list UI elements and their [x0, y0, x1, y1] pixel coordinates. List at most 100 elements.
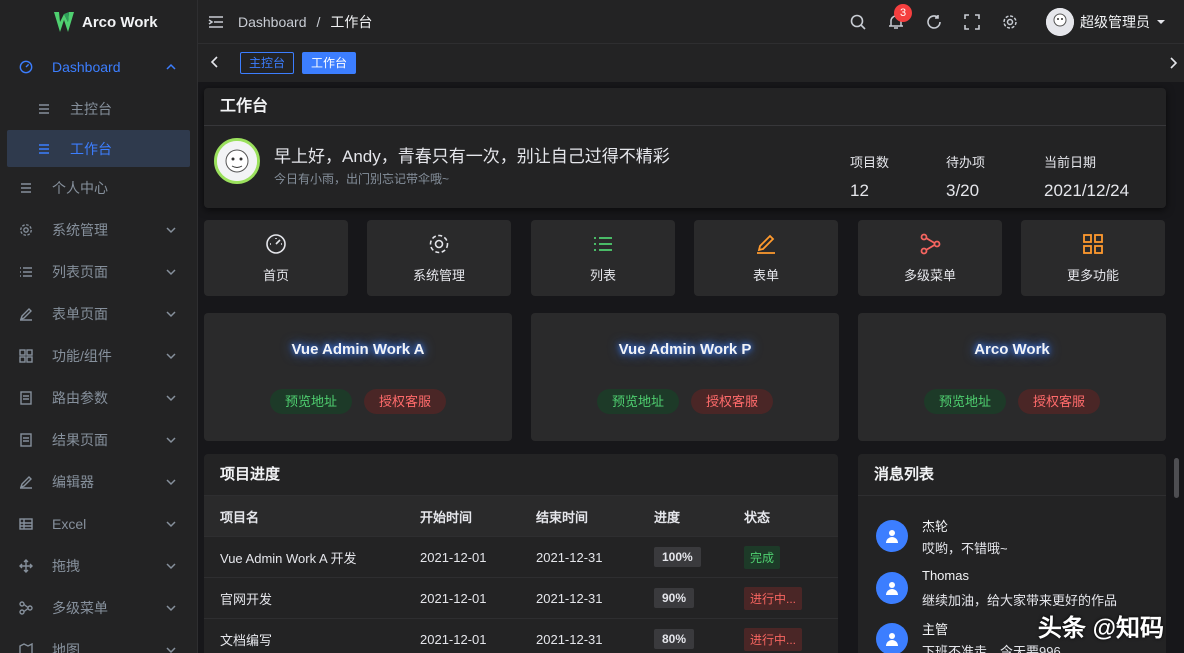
notification-badge: 3: [894, 4, 912, 22]
quick-form[interactable]: 表单: [694, 220, 838, 296]
tab-console[interactable]: 主控台: [240, 52, 295, 74]
user-icon: [876, 623, 908, 653]
chevron-up-icon: [165, 60, 177, 72]
message-sender: 主管: [922, 622, 949, 637]
sidebar-item-multilevel[interactable]: 多级菜单: [0, 587, 197, 629]
sidebar-item-console[interactable]: 主控台: [0, 88, 197, 130]
menu-fold-icon[interactable]: [208, 14, 224, 30]
stat-value: 3/20: [946, 181, 980, 200]
project-title: Vue Admin Work A: [291, 341, 425, 358]
project-name: 官网开发: [220, 591, 273, 607]
sidebar-item-form[interactable]: 表单页面: [0, 293, 197, 335]
project-card-a: Vue Admin Work A 预览地址 授权客服: [204, 313, 512, 441]
user-menu[interactable]: 超级管理员: [1046, 8, 1166, 36]
preview-button[interactable]: 预览地址: [269, 389, 352, 414]
refresh-icon[interactable]: [926, 14, 942, 30]
branch-icon: [919, 233, 941, 255]
menu-icon: [36, 101, 52, 117]
logo[interactable]: Arco Work: [0, 0, 197, 44]
sidebar-item-components[interactable]: 功能/组件: [0, 335, 197, 377]
grid-icon: [18, 348, 34, 364]
quick-label: 多级菜单: [903, 267, 956, 283]
progress-card: 项目进度 项目名 开始时间 结束时间 进度 状态 Vue Admin Work …: [204, 454, 838, 653]
sidebar-item-list[interactable]: 列表页面: [0, 251, 197, 293]
sidebar-item-personal[interactable]: 个人中心: [0, 167, 197, 209]
move-icon: [18, 558, 34, 574]
breadcrumb-item-current: 工作台: [330, 13, 373, 30]
quick-label: 系统管理: [412, 267, 465, 283]
quick-label: 更多功能: [1066, 267, 1119, 283]
sidebar-item-label: 地图: [52, 642, 80, 653]
file-icon: [18, 432, 34, 448]
tab-scroll-left-icon[interactable]: [208, 55, 224, 71]
gear-icon[interactable]: [1002, 14, 1018, 30]
chevron-down-icon: [165, 559, 177, 571]
table-row: 官网开发 2021-12-01 2021-12-31 90% 进行中...: [204, 578, 838, 619]
sidebar-item-workbench[interactable]: 工作台: [7, 130, 190, 167]
gear-icon: [18, 222, 34, 238]
status-badge: 进行中...: [744, 627, 803, 651]
start-date: 2021-12-01: [420, 549, 487, 565]
sidebar-item-route-params[interactable]: 路由参数: [0, 377, 197, 419]
progress-title: 项目进度: [204, 454, 838, 496]
sidebar-item-label: 路由参数: [52, 390, 108, 406]
support-button[interactable]: 授权客服: [364, 389, 447, 414]
gear-icon: [428, 233, 450, 255]
quick-system[interactable]: 系统管理: [367, 220, 511, 296]
sidebar-item-label: 系统管理: [52, 222, 108, 238]
message-title: 消息列表: [858, 454, 1166, 496]
chevron-down-icon: [165, 265, 177, 277]
caret-down-icon: [1156, 14, 1166, 30]
chevron-down-icon: [165, 349, 177, 361]
branch-icon: [18, 600, 34, 616]
menu-icon: [36, 141, 52, 157]
quick-list[interactable]: 列表: [531, 220, 675, 296]
sidebar-item-label: 个人中心: [52, 180, 108, 196]
sidebar-item-system[interactable]: 系统管理: [0, 209, 197, 251]
user-icon: [876, 520, 908, 552]
progress-tag: 80%: [654, 629, 695, 649]
fullscreen-icon[interactable]: [964, 14, 980, 30]
project-card-p: Vue Admin Work P 预览地址 授权客服: [531, 313, 839, 441]
sidebar-item-label: 功能/组件: [52, 348, 112, 364]
quick-home[interactable]: 首页: [204, 220, 348, 296]
sidebar-item-map[interactable]: 地图: [0, 629, 197, 653]
sidebar-item-label: Excel: [52, 516, 87, 532]
stat-value: 12: [850, 181, 869, 200]
chevron-down-icon: [165, 307, 177, 319]
tab-bar: 主控台 工作台: [198, 44, 1184, 82]
preview-button[interactable]: 预览地址: [923, 389, 1006, 414]
sidebar-item-excel[interactable]: Excel: [0, 503, 197, 545]
sidebar-item-dashboard[interactable]: Dashboard: [0, 46, 197, 88]
scrollbar[interactable]: [1174, 458, 1179, 498]
sidebar-item-result[interactable]: 结果页面: [0, 419, 197, 461]
sidebar-item-label: 列表页面: [52, 264, 108, 280]
support-button[interactable]: 授权客服: [691, 389, 774, 414]
tab-workbench[interactable]: 工作台: [302, 52, 357, 74]
stat-projects: 项目数 12: [850, 152, 889, 201]
breadcrumb: Dashboard / 工作台: [238, 12, 372, 32]
support-button[interactable]: 授权客服: [1018, 389, 1101, 414]
message-sender: Thomas: [922, 568, 969, 583]
preview-button[interactable]: 预览地址: [596, 389, 679, 414]
quick-multilevel[interactable]: 多级菜单: [858, 220, 1002, 296]
sidebar: Arco Work Dashboard 主控台 工作台 个人中心 系统管理 列表…: [0, 0, 198, 653]
project-name: 文档编写: [220, 632, 273, 648]
search-icon[interactable]: [850, 14, 866, 30]
stat-label: 当前日期: [1044, 155, 1097, 170]
app-title: Arco Work: [82, 13, 158, 31]
stat-date: 当前日期 2021/12/24: [1044, 152, 1129, 201]
sidebar-item-drag[interactable]: 拖拽: [0, 545, 197, 587]
tab-scroll-right-icon[interactable]: [1166, 56, 1180, 70]
map-icon: [18, 642, 34, 653]
sidebar-item-label: Dashboard: [52, 59, 121, 75]
quick-more[interactable]: 更多功能: [1021, 220, 1165, 296]
menu-icon: [18, 180, 34, 196]
message-text: 继续加油，给大家带来更好的作品: [922, 593, 1118, 608]
notification-bell-icon[interactable]: 3: [888, 4, 912, 30]
breadcrumb-separator: /: [316, 13, 321, 30]
breadcrumb-item-dashboard[interactable]: Dashboard: [238, 14, 307, 30]
sidebar-item-editor[interactable]: 编辑器: [0, 461, 197, 503]
end-date: 2021-12-31: [536, 631, 603, 647]
dashboard-icon: [18, 59, 34, 75]
